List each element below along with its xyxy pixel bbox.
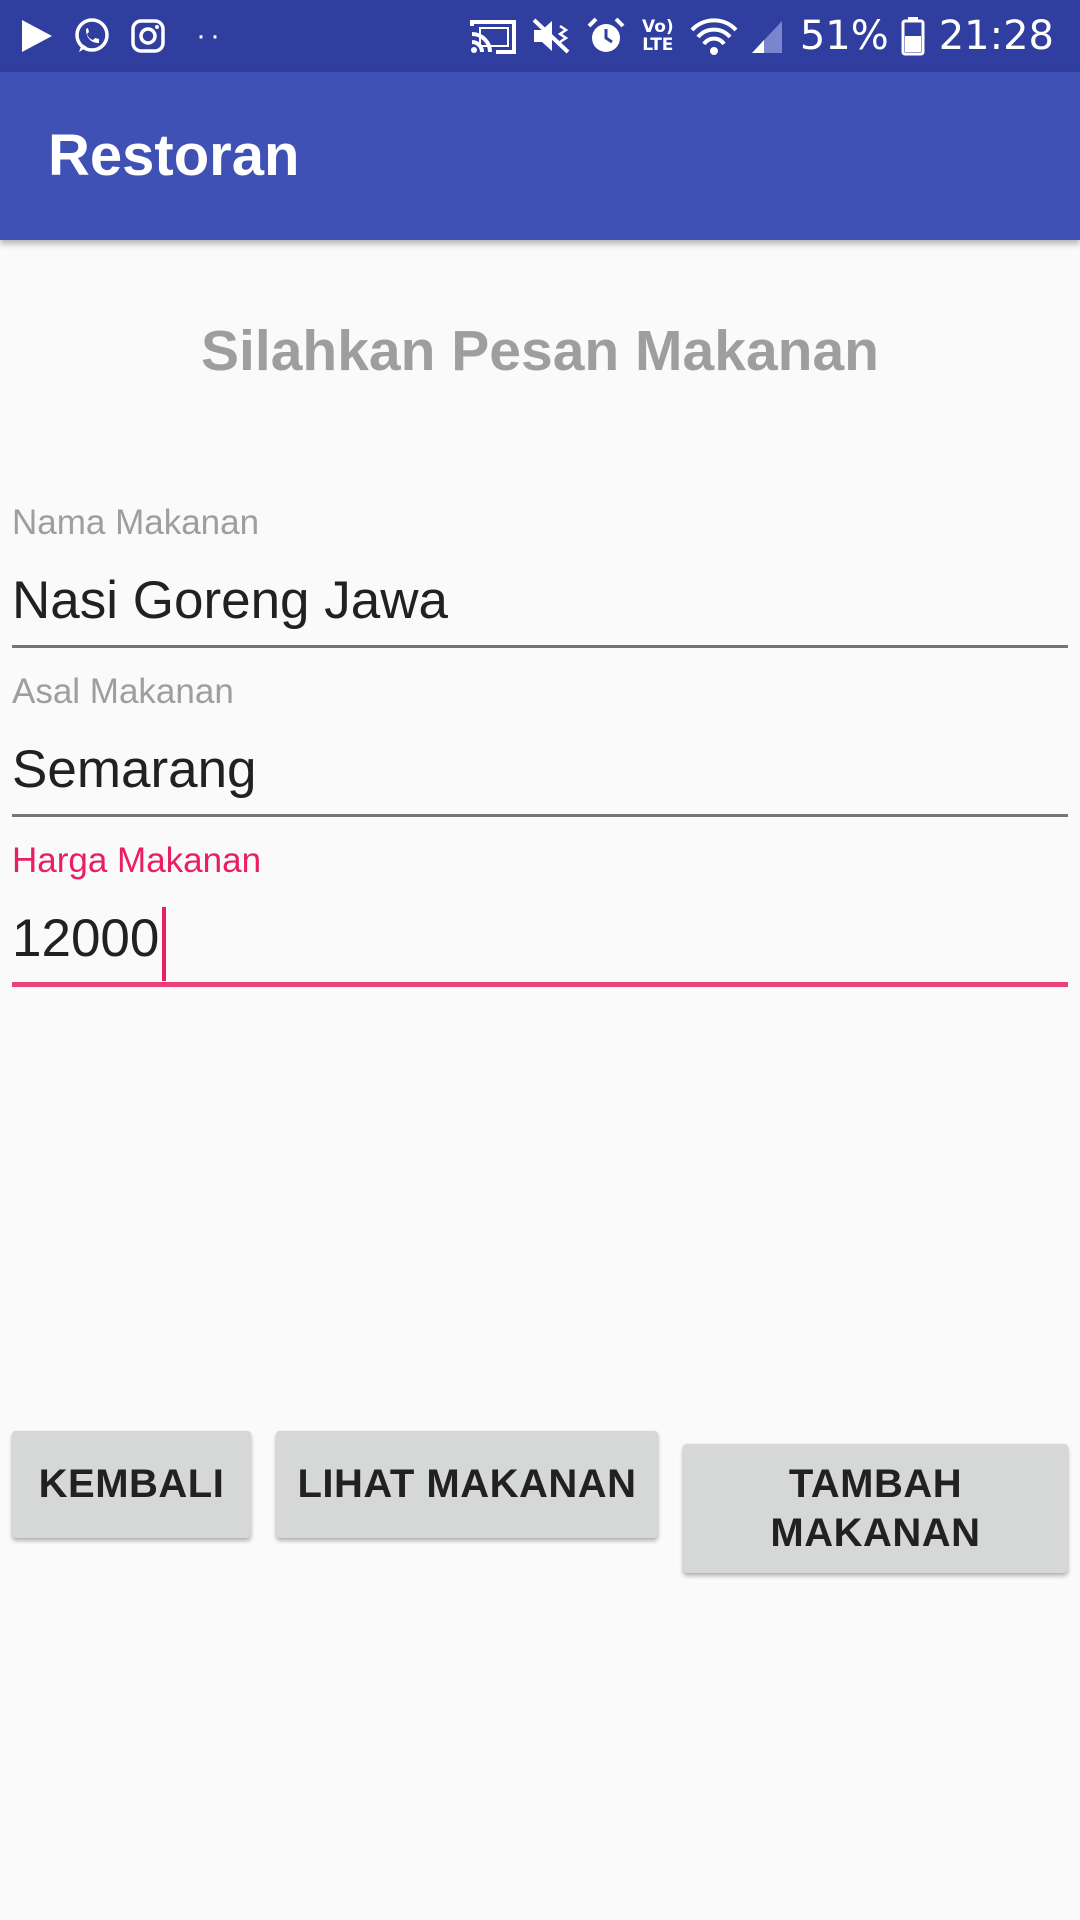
volte-icon: Vo) LTE	[641, 17, 674, 55]
food-origin-label: Asal Makanan	[12, 672, 234, 711]
food-price-input[interactable]	[12, 903, 1068, 975]
app-title: Restoran	[48, 123, 300, 188]
whatsapp-icon	[72, 16, 112, 56]
clock: 21:28	[938, 13, 1054, 59]
battery-icon	[901, 16, 925, 56]
food-name-underline	[12, 645, 1068, 648]
back-button[interactable]: KEMBALI	[12, 1431, 251, 1538]
play-store-icon	[20, 18, 54, 54]
mute-icon	[530, 16, 574, 56]
battery-percent: 51%	[799, 13, 889, 59]
food-name-input[interactable]	[12, 565, 1068, 637]
text-cursor	[162, 907, 166, 981]
app-bar: Restoran	[0, 72, 1080, 240]
food-name-label: Nama Makanan	[12, 503, 260, 542]
system-icons: Vo) LTE 51% 21:28	[468, 10, 1054, 62]
status-bar: ·· Vo) LTE 51% 21:28	[0, 0, 1080, 72]
cast-icon	[468, 16, 518, 56]
food-price-underline	[12, 982, 1068, 987]
wifi-icon	[690, 16, 738, 56]
instagram-icon	[130, 18, 166, 54]
signal-icon	[750, 17, 784, 55]
notification-icons: ··	[20, 12, 224, 60]
add-food-button[interactable]: TAMBAH MAKANAN	[683, 1444, 1068, 1573]
food-origin-input[interactable]	[12, 734, 1068, 806]
page-heading: Silahkan Pesan Makanan	[201, 319, 879, 383]
view-food-button[interactable]: LIHAT MAKANAN	[276, 1431, 658, 1538]
food-price-label: Harga Makanan	[12, 841, 262, 880]
food-origin-underline	[12, 814, 1068, 817]
alarm-icon	[586, 16, 626, 56]
more-notifications-icon: ··	[196, 19, 224, 52]
